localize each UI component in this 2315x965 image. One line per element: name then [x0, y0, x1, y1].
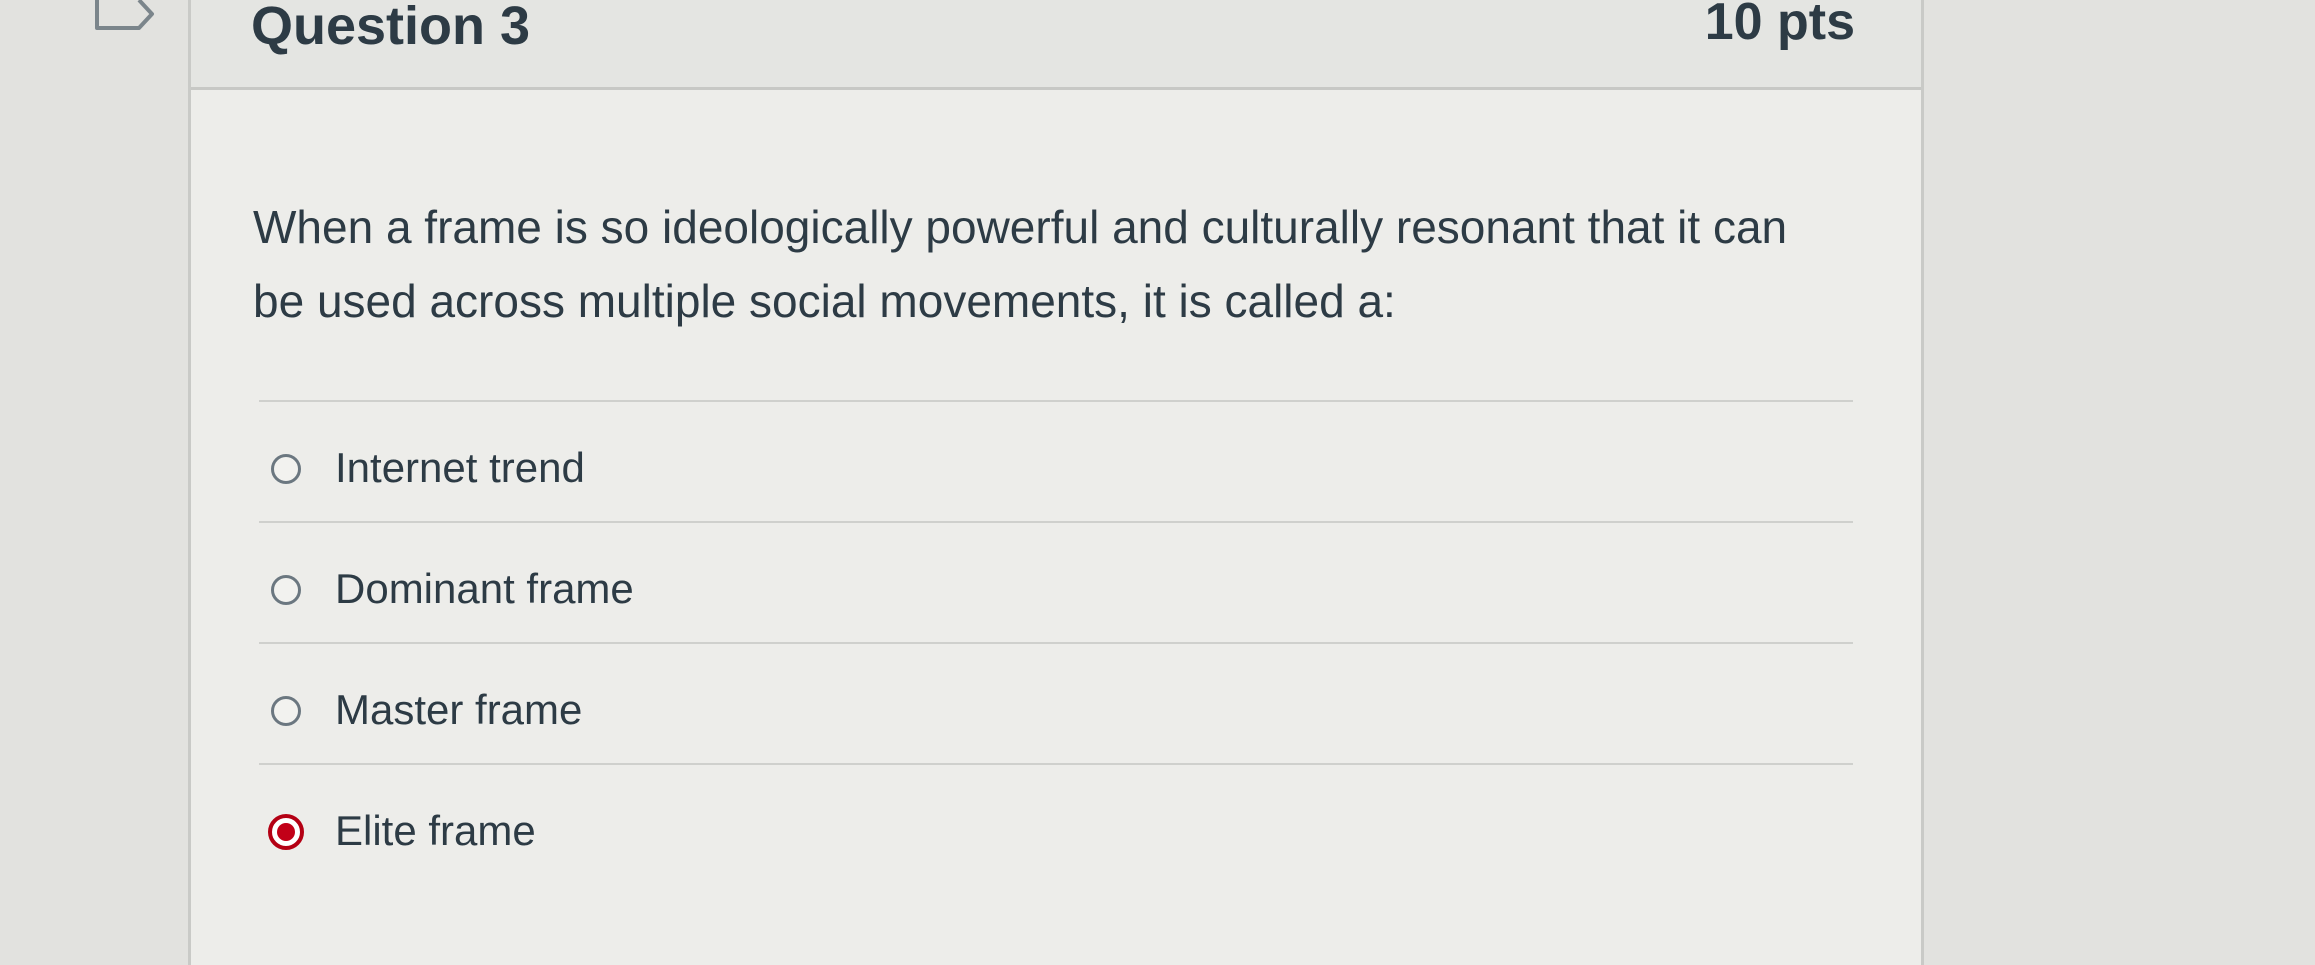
- answer-label: Internet trend: [335, 444, 585, 491]
- question-card: Question 3 10 pts When a frame is so ide…: [188, 0, 1924, 965]
- flag-question-icon[interactable]: [95, 0, 155, 44]
- answer-option[interactable]: Internet trend: [259, 400, 1853, 521]
- answer-option[interactable]: Master frame: [259, 642, 1853, 763]
- question-points: 10 pts: [1704, 0, 1855, 51]
- answer-label: Elite frame: [335, 807, 536, 854]
- selected-radio-icon[interactable]: [268, 814, 304, 850]
- answer-label: Dominant frame: [335, 565, 634, 612]
- answer-option[interactable]: Dominant frame: [259, 521, 1853, 642]
- radio-icon[interactable]: [271, 454, 301, 484]
- question-header: Question 3 10 pts: [191, 0, 1921, 90]
- answer-list: Internet trend Dominant frame Master fra…: [259, 400, 1853, 884]
- radio-icon[interactable]: [271, 575, 301, 605]
- question-text: When a frame is so ideologically powerfu…: [253, 201, 1788, 327]
- answer-option-selected[interactable]: Elite frame: [259, 763, 1853, 884]
- answer-label: Master frame: [335, 686, 583, 733]
- radio-icon[interactable]: [271, 696, 301, 726]
- question-title: Question 3: [251, 0, 531, 56]
